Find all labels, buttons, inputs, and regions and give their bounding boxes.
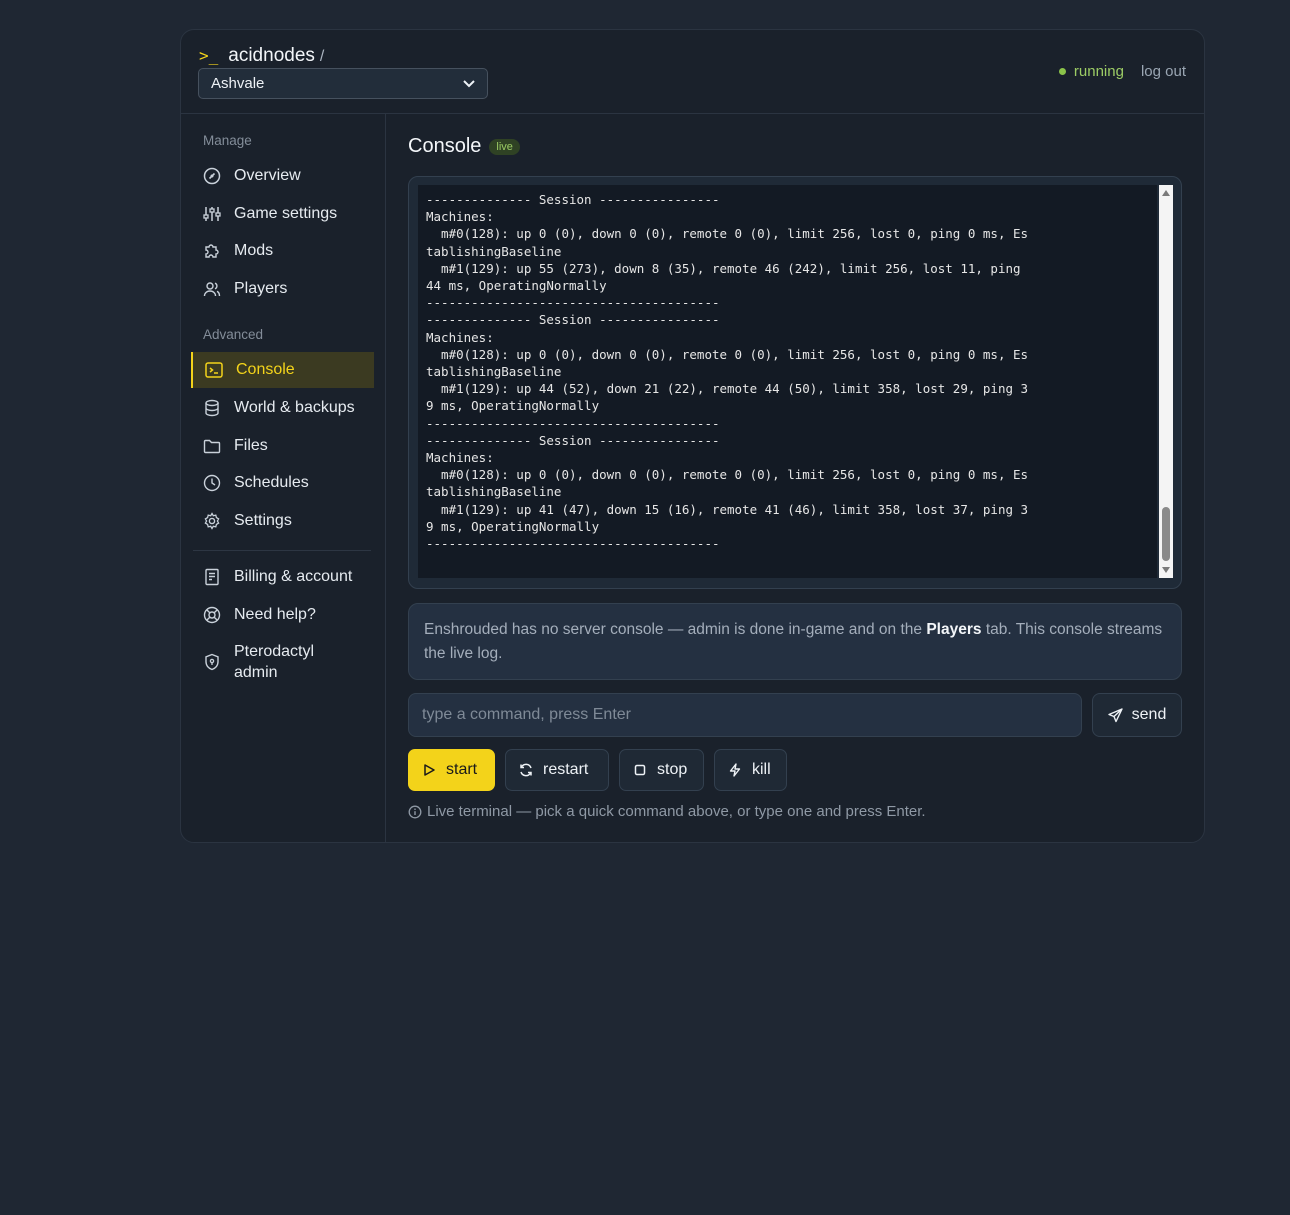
gear-icon (203, 512, 221, 530)
terminal-icon (205, 361, 223, 379)
sidebar-item-mods[interactable]: Mods (191, 233, 374, 269)
sidebar-item-label: World & backups (234, 399, 355, 416)
sidebar-item-label: Mods (234, 242, 274, 259)
restart-button[interactable]: restart (505, 749, 609, 791)
sidebar-item-schedules[interactable]: Schedules (191, 465, 374, 501)
console-info-note: Enshrouded has no server console — admin… (408, 603, 1182, 680)
scrollbar-thumb[interactable] (1162, 507, 1170, 561)
page-title-row: Console live (408, 135, 520, 158)
kill-button[interactable]: kill (714, 749, 787, 791)
send-label: send (1131, 706, 1167, 723)
sidebar-item-label: Game settings (234, 205, 338, 222)
hint-text: Live terminal — pick a quick command abo… (427, 803, 926, 820)
sidebar-item-label: Console (236, 361, 295, 378)
scroll-down-icon[interactable] (1162, 567, 1170, 573)
status-dot (1058, 68, 1066, 75)
app-name: acidnodes (228, 45, 315, 66)
prompt-glyph: >_ (199, 46, 219, 65)
sidebar: Manage Overview Game settings Mods Playe… (181, 114, 386, 842)
page-title: Console (408, 135, 482, 157)
command-input[interactable] (408, 693, 1082, 737)
stop-icon (633, 763, 647, 777)
live-badge: live (489, 138, 520, 155)
start-button[interactable]: start (408, 749, 495, 791)
stop-label: stop (657, 761, 688, 778)
console-output[interactable]: -------------- Session ---------------- … (418, 185, 1157, 578)
console-scrollbar[interactable] (1159, 185, 1173, 578)
breadcrumb-separator: / (319, 48, 325, 65)
sidebar-item-label: Players (234, 280, 288, 297)
scroll-up-icon[interactable] (1162, 190, 1170, 196)
sidebar-item-help[interactable]: Need help? (191, 597, 374, 633)
sidebar-divider (193, 550, 371, 551)
sidebar-item-label: Overview (234, 167, 301, 184)
users-icon (203, 280, 221, 298)
sidebar-item-files[interactable]: Files (191, 428, 374, 464)
shield-icon (203, 653, 221, 671)
sidebar-item-label: Schedules (234, 474, 309, 491)
send-button[interactable]: send (1092, 693, 1182, 737)
sidebar-item-billing[interactable]: Billing & account (191, 559, 374, 595)
play-icon (422, 763, 436, 777)
lifebuoy-icon (203, 606, 221, 624)
section-label-manage: Manage (203, 133, 252, 148)
restart-label: restart (543, 761, 589, 778)
server-select-value: Ashvale (211, 75, 265, 92)
brand[interactable]: >_ acidnodes / (199, 45, 324, 67)
sidebar-item-pterodactyl-admin[interactable]: Pterodactyl admin (191, 640, 374, 684)
database-icon (203, 399, 221, 417)
console-hint: Live terminal — pick a quick command abo… (408, 803, 926, 820)
info-icon (408, 805, 422, 819)
sliders-icon (203, 205, 221, 223)
section-label-advanced: Advanced (203, 327, 264, 342)
server-select[interactable]: Ashvale (198, 68, 488, 99)
logout-link[interactable]: log out (1141, 63, 1186, 80)
console-container: -------------- Session ---------------- … (408, 176, 1182, 589)
clock-icon (203, 474, 221, 492)
main-content: Console live -------------- Session ----… (387, 114, 1204, 842)
sidebar-item-label: Pterodactyl admin (234, 643, 315, 681)
kill-label: kill (752, 761, 771, 778)
chevron-down-icon (463, 79, 475, 87)
console-log: -------------- Session ---------------- … (426, 192, 1029, 552)
start-label: start (446, 761, 478, 778)
sidebar-item-world-backups[interactable]: World & backups (191, 390, 374, 426)
server-status: running log out (1058, 63, 1186, 80)
sidebar-item-game-settings[interactable]: Game settings (191, 196, 374, 232)
sidebar-item-players[interactable]: Players (191, 271, 374, 307)
refresh-icon (519, 763, 533, 777)
app-panel: >_ acidnodes / Ashvale running log out M… (180, 29, 1205, 843)
sidebar-item-settings[interactable]: Settings (191, 503, 374, 539)
note-text-before: Enshrouded has no server console — admin… (424, 621, 927, 638)
stop-button[interactable]: stop (619, 749, 704, 791)
sidebar-item-label: Files (234, 437, 268, 454)
sidebar-item-overview[interactable]: Overview (191, 158, 374, 194)
sidebar-item-label: Billing & account (234, 568, 353, 585)
gauge-icon (203, 167, 221, 185)
status-text: running (1073, 63, 1124, 80)
sidebar-item-label: Need help? (234, 606, 316, 623)
sidebar-item-label: Settings (234, 512, 292, 529)
header: >_ acidnodes / Ashvale running log out (181, 30, 1204, 114)
folder-icon (203, 437, 221, 455)
send-icon (1107, 707, 1123, 723)
sidebar-item-console[interactable]: Console (191, 352, 374, 388)
puzzle-icon (203, 242, 221, 260)
bolt-icon (728, 763, 742, 777)
receipt-icon (203, 568, 221, 586)
players-tab-reference: Players (926, 621, 982, 638)
